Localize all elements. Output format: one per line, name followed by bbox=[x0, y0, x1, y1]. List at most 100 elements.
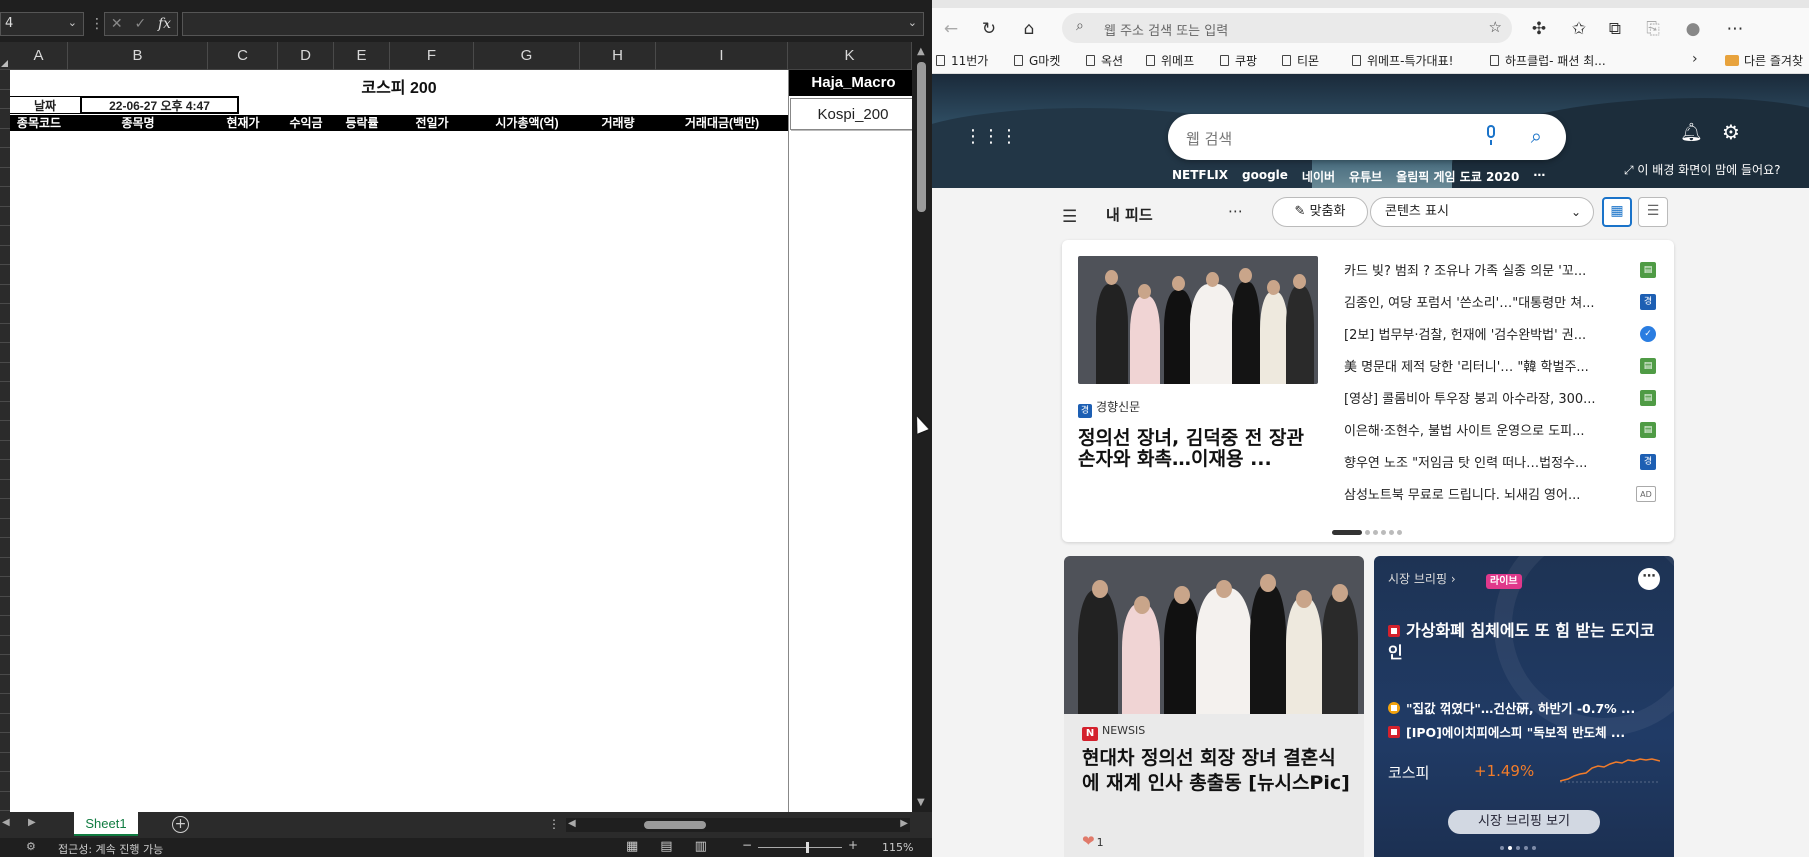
quick-link-olympics[interactable]: 올림픽 게임 도쿄 2020 bbox=[1396, 168, 1519, 185]
zoom-out-icon[interactable]: − bbox=[742, 838, 752, 852]
settings-gear-icon[interactable]: ⚙ bbox=[1722, 120, 1740, 144]
zoom-knob[interactable] bbox=[805, 842, 809, 853]
chevron-down-icon[interactable]: ⌄ bbox=[68, 16, 77, 29]
story-source[interactable]: 경 경향신문 bbox=[1078, 398, 1140, 418]
share-icon[interactable]: ⎘ bbox=[1642, 18, 1664, 40]
row-header[interactable] bbox=[0, 226, 10, 246]
column-header-g[interactable]: G bbox=[474, 42, 580, 70]
view-market-briefing-button[interactable]: 시장 브리핑 보기 bbox=[1448, 810, 1600, 834]
row-header[interactable] bbox=[0, 441, 10, 460]
row-header[interactable] bbox=[0, 304, 10, 324]
carousel-dot[interactable] bbox=[1397, 530, 1402, 535]
carousel-dot[interactable] bbox=[1524, 846, 1528, 850]
bookmark-item[interactable]: 위메프-특가대표! bbox=[1352, 52, 1453, 69]
zoom-track[interactable] bbox=[758, 847, 842, 848]
quick-link-naver[interactable]: 네이버 bbox=[1302, 168, 1335, 185]
microphone-icon[interactable] bbox=[1484, 125, 1498, 147]
headline-item[interactable]: 삼성노트북 무료로 드립니다. 뇌새김 영어... AD bbox=[1344, 484, 1660, 516]
page-break-icon[interactable]: ▥ bbox=[695, 839, 707, 854]
more-menu-icon[interactable]: ⋯ bbox=[1724, 18, 1746, 40]
row-header[interactable] bbox=[0, 597, 10, 616]
personalize-button[interactable]: ✎ 맞춤화 bbox=[1272, 197, 1368, 227]
bookmark-item[interactable]: 옥션 bbox=[1086, 52, 1123, 69]
headline-item[interactable]: 김종인, 여당 포럼서 '쓴소리'…"대통령만 쳐... 경 bbox=[1344, 292, 1660, 324]
bookmark-item[interactable]: 하프클럽- 패션 최... bbox=[1490, 52, 1606, 69]
carousel-dot[interactable] bbox=[1332, 530, 1362, 535]
zoom-in-icon[interactable]: + bbox=[848, 838, 858, 852]
other-favorites[interactable]: 다른 즐겨찾 bbox=[1725, 52, 1803, 69]
row-header[interactable] bbox=[0, 616, 10, 636]
column-header-k[interactable]: K bbox=[788, 42, 912, 70]
next-sheet-icon[interactable]: ▶ bbox=[28, 817, 36, 828]
page-layout-icon[interactable]: ▤ bbox=[660, 839, 672, 854]
scroll-right-icon[interactable]: ▶ bbox=[900, 818, 908, 829]
content-display-select[interactable]: 콘텐츠 표시 ⌄ bbox=[1370, 197, 1594, 227]
news-source[interactable]: N NEWSIS bbox=[1082, 724, 1145, 741]
bookmark-item[interactable]: 티몬 bbox=[1282, 52, 1319, 69]
sheet-tab-sheet1[interactable]: Sheet1 bbox=[74, 812, 138, 836]
row-header[interactable] bbox=[0, 382, 10, 402]
row-header[interactable] bbox=[0, 792, 10, 811]
refresh-icon[interactable]: ↻ bbox=[978, 18, 1000, 40]
bookmark-item[interactable]: 쿠팡 bbox=[1220, 52, 1257, 69]
carousel-dot[interactable] bbox=[1500, 846, 1504, 850]
worksheet-grid[interactable]: 코스피 200 날짜 22-06-27 오후 4:47 종목코드 종목명 현재가… bbox=[10, 70, 918, 812]
chevron-right-icon[interactable]: › bbox=[1692, 51, 1698, 67]
row-header[interactable] bbox=[0, 246, 10, 265]
headline-item[interactable]: 이은해·조현수, 불법 사이트 운영으로 도피... ▤ bbox=[1344, 420, 1660, 452]
profile-avatar-icon[interactable]: ● bbox=[1682, 18, 1704, 40]
search-icon[interactable]: ⌕ bbox=[1531, 124, 1542, 148]
list-view-icon[interactable]: ☰ bbox=[1638, 197, 1668, 227]
apps-grid-icon[interactable]: ⋮⋮⋮ bbox=[964, 126, 1018, 147]
name-box[interactable]: 4 ⌄ bbox=[0, 12, 84, 36]
feed-title[interactable]: 내 피드 bbox=[1106, 204, 1153, 225]
like-button[interactable]: ❤ 1 bbox=[1082, 832, 1104, 850]
zoom-level[interactable]: 115% bbox=[882, 841, 913, 854]
horizontal-scrollbar[interactable]: ◀ ▶ bbox=[566, 818, 910, 832]
carousel-dot[interactable] bbox=[1389, 530, 1394, 535]
row-header[interactable] bbox=[0, 90, 10, 109]
row-header[interactable] bbox=[0, 772, 10, 792]
extensions-icon[interactable]: ✣ bbox=[1528, 18, 1550, 40]
row-header[interactable] bbox=[0, 733, 10, 753]
carousel-dot[interactable] bbox=[1508, 846, 1512, 850]
background-feedback[interactable]: ⤢ 이 배경 화면이 맘에 들어요? bbox=[1624, 161, 1781, 178]
row-header[interactable] bbox=[0, 421, 10, 441]
kospi-200-macro-button[interactable]: Kospi_200 bbox=[790, 98, 916, 130]
row-header[interactable] bbox=[0, 655, 10, 675]
headline-item[interactable]: 카드 빚? 범죄 ? 조유나 가족 실종 의문 '꼬... ▤ bbox=[1344, 260, 1660, 292]
notification-bell-icon[interactable]: 🔔︎ bbox=[1680, 122, 1703, 143]
zoom-slider[interactable]: − + bbox=[742, 838, 862, 854]
carousel-dot[interactable] bbox=[1365, 530, 1370, 535]
carousel-dot[interactable] bbox=[1516, 846, 1520, 850]
news-card[interactable]: N NEWSIS 현대차 정의선 회장 장녀 결혼식에 재계 인사 총출동 [뉴시… bbox=[1064, 556, 1364, 857]
wedding-photo[interactable] bbox=[1078, 256, 1318, 384]
feed-more-icon[interactable]: ⋯ bbox=[1228, 202, 1243, 220]
bookmark-item[interactable]: 11번가 bbox=[936, 52, 988, 69]
normal-view-icon[interactable]: ▦ bbox=[626, 839, 638, 854]
column-header-c[interactable]: C bbox=[208, 42, 278, 70]
scroll-up-icon[interactable]: ▲ bbox=[917, 46, 925, 57]
quick-link-youtube[interactable]: 유튜브 bbox=[1349, 168, 1382, 185]
row-header[interactable] bbox=[0, 694, 10, 714]
headline-item[interactable]: [영상] 콜롬비아 투우장 붕괴 아수라장, 300... ▤ bbox=[1344, 388, 1660, 420]
column-header-f[interactable]: F bbox=[390, 42, 474, 70]
row-header[interactable] bbox=[0, 675, 10, 694]
news-headline[interactable]: 현대차 정의선 회장 장녀 결혼식에 재계 인사 총출동 [뉴시스Pic] bbox=[1082, 746, 1352, 796]
column-header-a[interactable]: A bbox=[10, 42, 68, 70]
row-header[interactable] bbox=[0, 499, 10, 519]
market-subheadline[interactable]: [IPO]에이치피에스피 "독보적 반도체 ... bbox=[1388, 722, 1668, 741]
row-header[interactable] bbox=[0, 285, 10, 304]
row-header[interactable] bbox=[0, 129, 10, 148]
row-header[interactable] bbox=[0, 460, 10, 480]
expand-formula-icon[interactable]: ⌄ bbox=[908, 16, 917, 29]
scroll-left-icon[interactable]: ◀ bbox=[568, 818, 576, 829]
home-icon[interactable]: ⌂ bbox=[1018, 18, 1040, 40]
row-header[interactable] bbox=[0, 168, 10, 187]
row-header[interactable] bbox=[0, 538, 10, 558]
headline-item[interactable]: 美 명문대 제적 당한 '리터니'… "韓 학벌주... ▤ bbox=[1344, 356, 1660, 388]
market-briefing-card[interactable]: 시장 브리핑 › 라이브 ⋯ 가상화폐 침체에도 또 힘 받는 도지코인 "집값… bbox=[1374, 556, 1674, 857]
scroll-down-icon[interactable]: ▼ bbox=[917, 797, 925, 808]
row-header[interactable] bbox=[0, 148, 10, 168]
quick-links-more-icon[interactable]: ⋯ bbox=[1533, 168, 1545, 185]
